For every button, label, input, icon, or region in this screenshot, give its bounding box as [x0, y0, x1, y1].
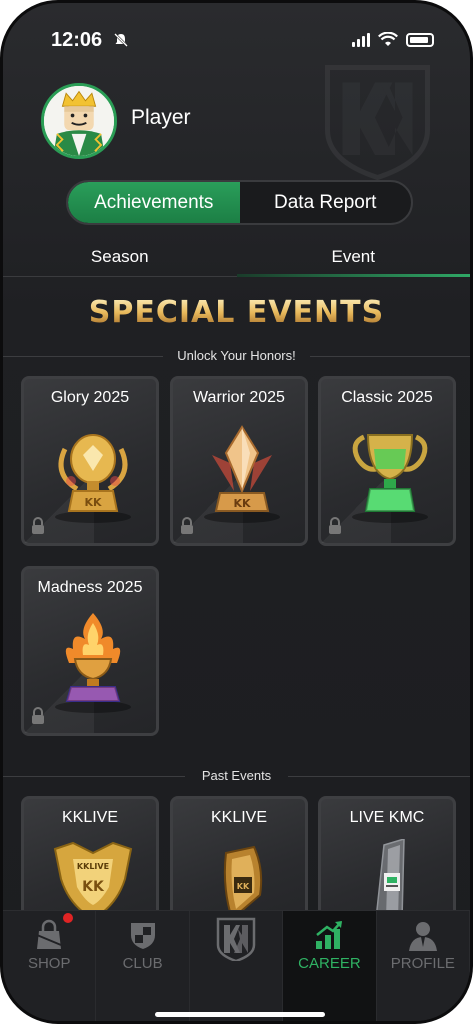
nav-shop[interactable]: SHOP — [3, 911, 97, 1021]
subtab-event[interactable]: Event — [236, 239, 471, 277]
nav-club[interactable]: CLUB — [96, 911, 190, 1021]
event-card-title: Warrior 2025 — [193, 389, 285, 406]
sub-tab-bar: Season Event — [3, 239, 470, 277]
nav-label: CLUB — [122, 955, 163, 972]
nav-label: CAREER — [298, 955, 361, 972]
shop-bag-icon — [36, 919, 62, 949]
lock-icon — [329, 517, 341, 534]
divider-line-left — [3, 356, 163, 357]
home-indicator[interactable] — [155, 1012, 325, 1017]
event-card-title: Glory 2025 — [50, 389, 130, 406]
svg-text:KK: KK — [233, 497, 251, 510]
career-chart-icon — [316, 921, 343, 949]
unlock-honors-label: Unlock Your Honors! — [177, 348, 296, 363]
event-card-title: Madness 2025 — [37, 579, 143, 596]
event-card-madness[interactable]: Madness 2025 — [21, 566, 159, 736]
past-events-divider: Past Events — [3, 768, 470, 783]
svg-text:KK: KK — [237, 882, 250, 891]
event-card-glory[interactable]: Glory 2025 KK — [21, 376, 159, 546]
past-event-card-kklive-2[interactable]: KKLIVE KK — [170, 796, 308, 926]
lock-icon — [32, 517, 44, 534]
profile-person-icon — [408, 922, 437, 951]
svg-text:KK: KK — [84, 496, 102, 509]
lock-icon — [181, 517, 193, 534]
player-name: Player — [131, 106, 191, 129]
notification-badge — [63, 913, 73, 923]
nav-label: SHOP — [27, 955, 71, 972]
divider-line-right — [288, 776, 470, 777]
avatar[interactable] — [41, 83, 117, 159]
svg-text:KKLIVE: KKLIVE — [77, 862, 109, 871]
subtab-season[interactable]: Season — [3, 239, 237, 276]
past-events-label: Past Events — [201, 768, 272, 783]
kmc-crystal-trophy-icon — [375, 839, 405, 919]
event-card-classic[interactable]: Classic 2025 — [318, 376, 456, 546]
past-event-card-live-kmc[interactable]: LIVE KMC — [318, 796, 456, 926]
lock-icon — [32, 707, 44, 724]
status-time: 12:06 — [51, 29, 103, 51]
nav-career[interactable]: CAREER — [283, 911, 377, 1021]
nav-profile[interactable]: PROFILE — [377, 911, 470, 1021]
past-card-title: KKLIVE — [210, 809, 268, 826]
bell-mute-icon — [114, 33, 128, 47]
special-events-title: SPECIAL EVENTS — [3, 295, 470, 330]
kk-logo-icon — [216, 917, 256, 961]
wifi-icon — [378, 32, 398, 46]
unlock-honors-divider: Unlock Your Honors! — [3, 348, 470, 363]
glory-trophy-icon: KK — [55, 434, 131, 523]
event-card-warrior[interactable]: Warrior 2025 KK — [170, 376, 308, 546]
status-bar: 12:06 — [3, 27, 470, 57]
tab-data-report[interactable]: Data Report — [240, 182, 412, 223]
phone-screen: 12:06 Player Achievements Data Report Se… — [0, 0, 473, 1024]
madness-trophy-icon — [55, 613, 131, 713]
signal-icon — [352, 32, 370, 47]
past-event-card-kklive-1[interactable]: KKLIVE KKLIVE KK — [21, 796, 159, 926]
divider-line-left — [3, 776, 185, 777]
kk-watermark-logo — [325, 65, 430, 180]
tab-achievements[interactable]: Achievements — [68, 182, 240, 223]
warrior-trophy-icon: KK — [204, 425, 280, 523]
classic-trophy-icon — [352, 434, 428, 523]
event-card-title: Classic 2025 — [341, 389, 433, 406]
king-avatar-icon — [44, 86, 114, 156]
battery-icon — [406, 32, 434, 47]
divider-line-right — [310, 356, 470, 357]
nav-home[interactable] — [190, 911, 284, 1021]
kklive-shield-trophy-icon: KKLIVE KK — [53, 841, 133, 919]
kklive-plaque-trophy-icon: KK — [223, 845, 263, 919]
past-card-title: KKLIVE — [61, 809, 119, 826]
svg-text:KK: KK — [82, 879, 105, 895]
club-shield-icon — [130, 923, 155, 949]
main-tab-switcher: Achievements Data Report — [66, 180, 413, 225]
status-icons — [352, 32, 434, 47]
past-card-title: LIVE KMC — [349, 809, 425, 826]
nav-label: PROFILE — [390, 955, 455, 972]
bottom-nav: SHOP CLUB CAREER PROFILE — [3, 910, 470, 1021]
